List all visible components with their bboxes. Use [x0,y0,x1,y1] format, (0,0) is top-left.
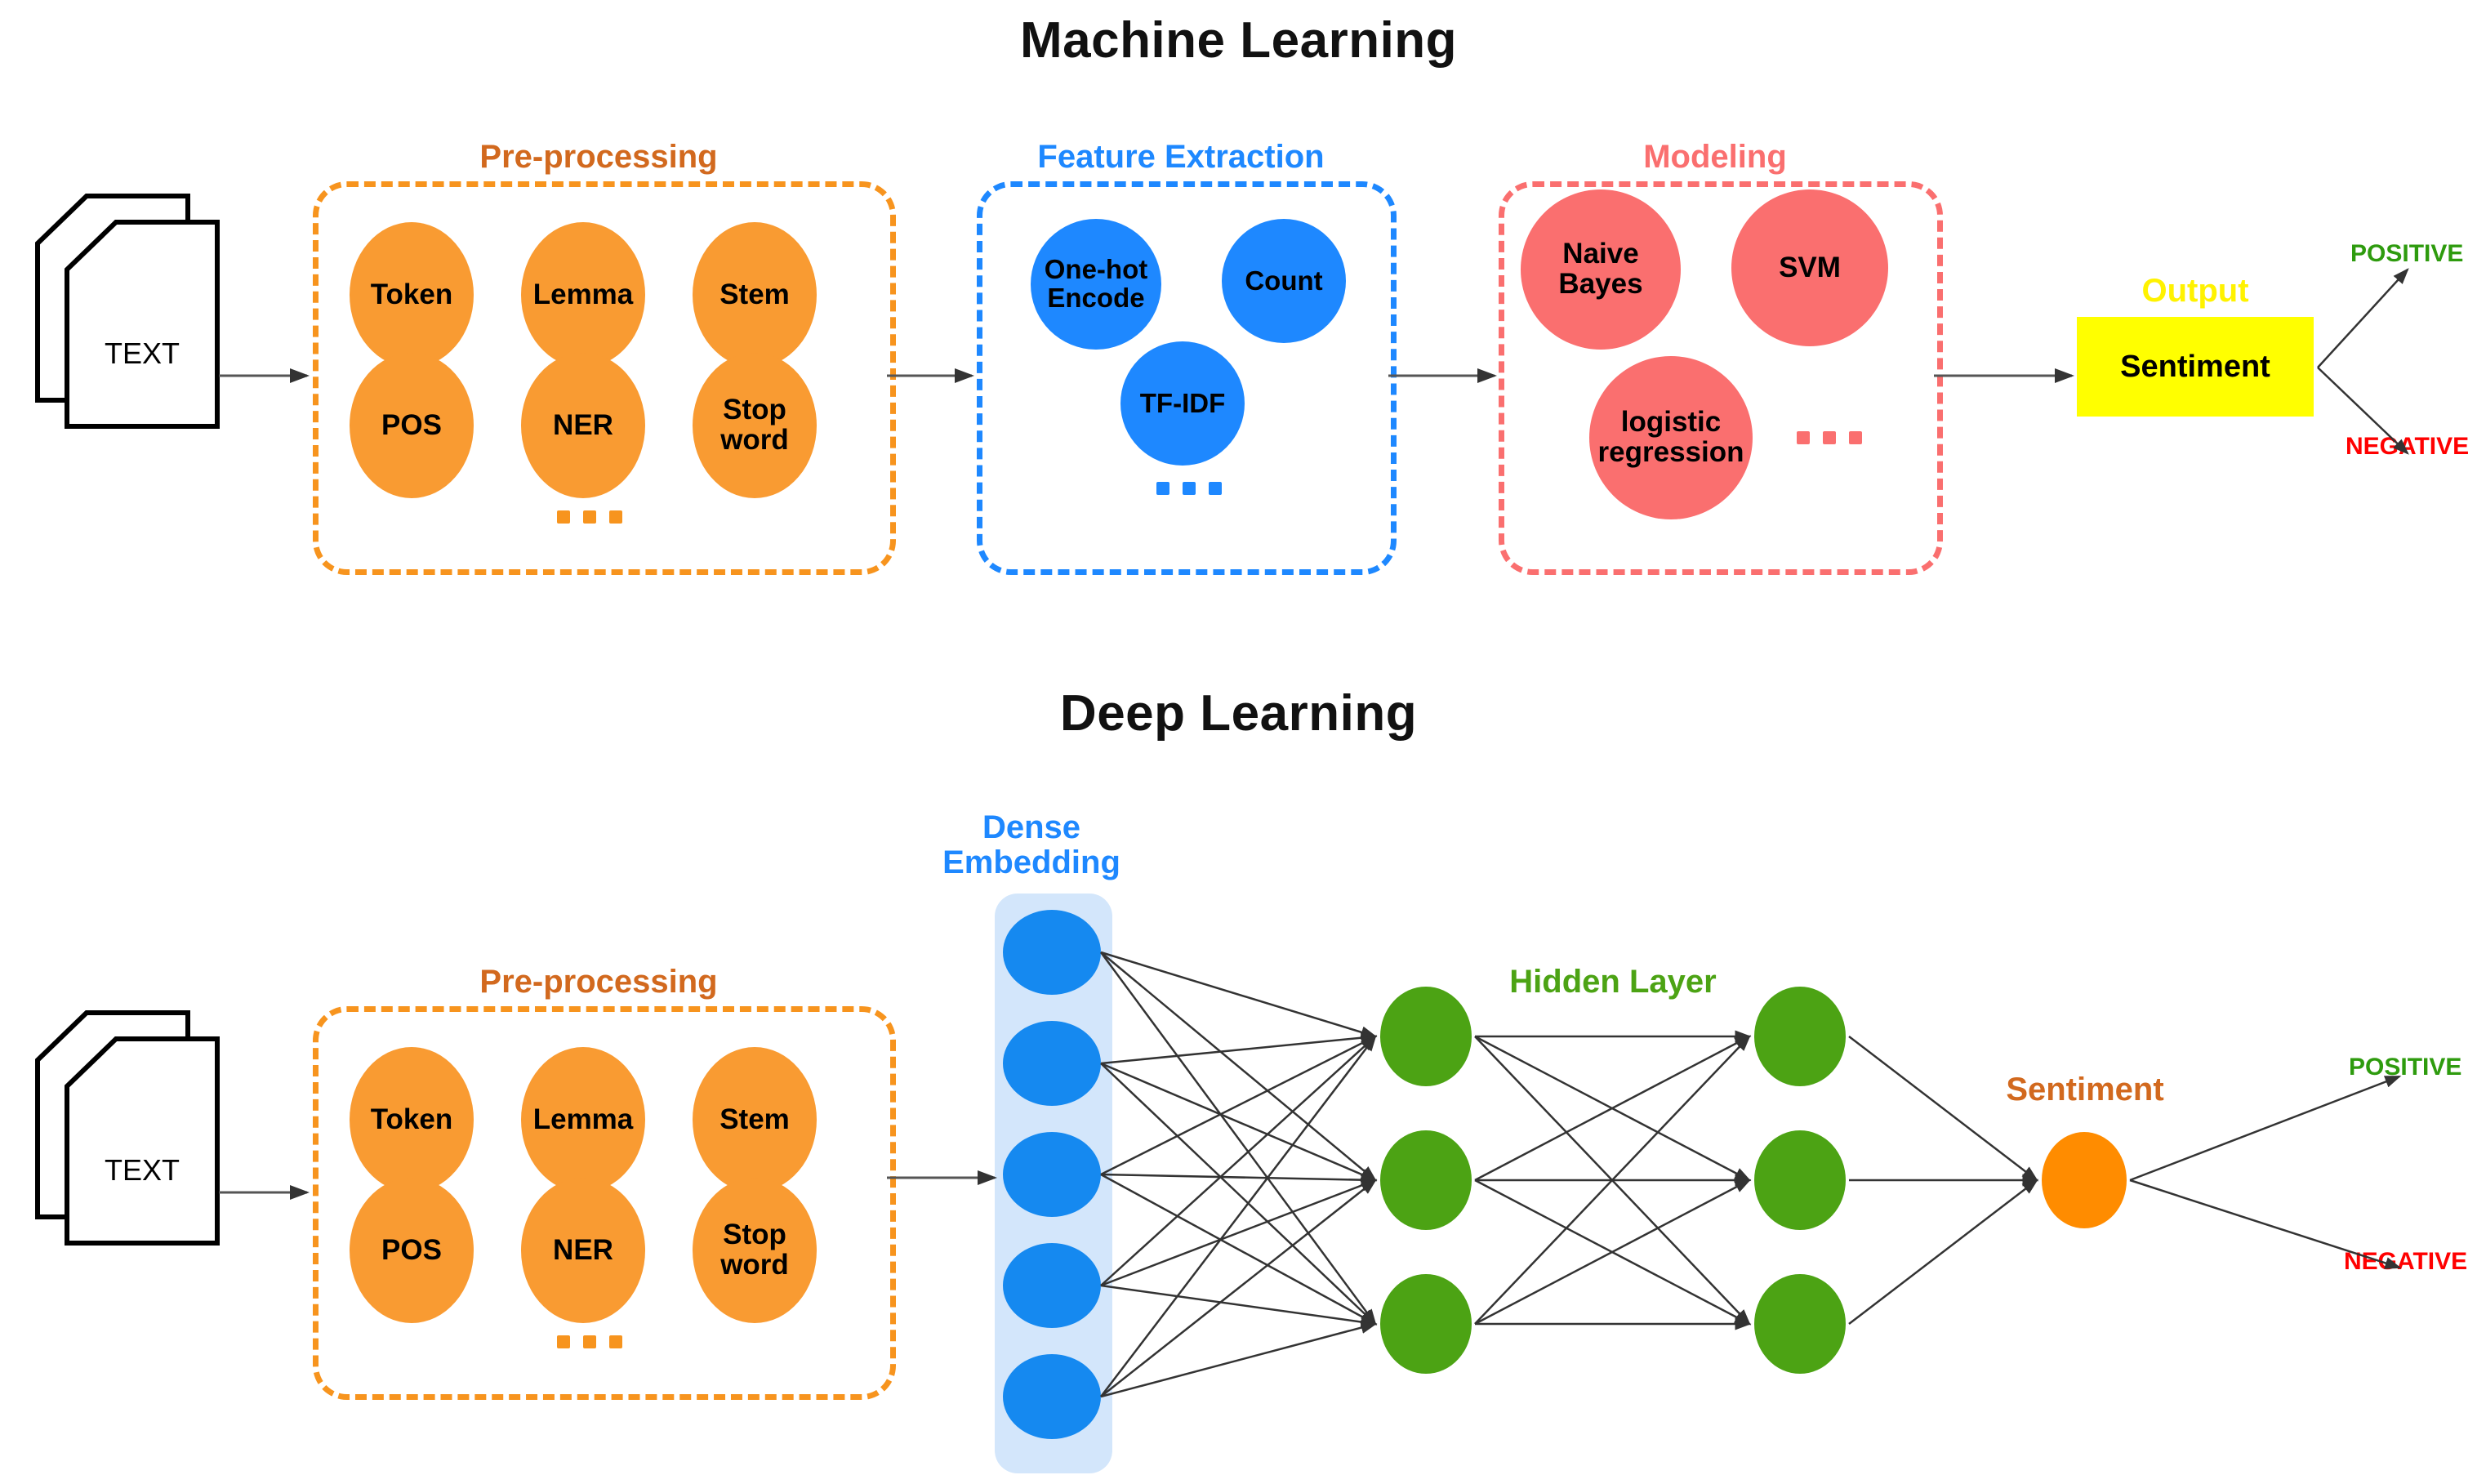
ml-output-box[interactable]: Sentiment [2077,317,2314,417]
dl-input-label: TEXT [104,1153,180,1187]
ml-node-logistic-regression[interactable]: logistic regression [1589,356,1753,519]
dl-sentiment-label: Sentiment [2006,1072,2164,1107]
section-title-deep-learning: Deep Learning [1059,685,1418,742]
dl-dense-node-3[interactable] [1003,1132,1101,1217]
dl-preprocessing-label: Pre-processing [479,964,718,1000]
dl-dense-node-1[interactable] [1003,910,1101,995]
dl-node-lemma[interactable]: Lemma [521,1047,645,1192]
dl-hidden1-node-1[interactable] [1380,987,1472,1086]
ml-node-tfidf[interactable]: TF-IDF [1120,341,1245,466]
ml-feature-extraction-label: Feature Extraction [1037,139,1325,175]
diagram-canvas: Machine Learning TEXT Pre-processing Tok… [0,0,2477,1484]
ml-node-svm[interactable]: SVM [1731,189,1888,346]
dl-hidden2-node-1[interactable] [1754,987,1846,1086]
ml-preprocessing-label: Pre-processing [479,139,718,175]
dl-output-positive: POSITIVE [2349,1054,2462,1081]
dl-node-ner[interactable]: NER [521,1178,645,1323]
dl-dense-node-2[interactable] [1003,1021,1101,1106]
dl-node-stem[interactable]: Stem [693,1047,817,1192]
ml-node-stopword[interactable]: Stop word [693,353,817,498]
ml-output-label: Output [2141,273,2249,309]
dl-hidden2-node-3[interactable] [1754,1274,1846,1374]
dl-sentiment-node[interactable] [2042,1132,2127,1228]
ml-node-naive-bayes[interactable]: Naive Bayes [1521,189,1681,350]
dl-hidden1-node-2[interactable] [1380,1130,1472,1230]
ml-output-positive: POSITIVE [2350,240,2464,267]
ml-node-stem[interactable]: Stem [693,222,817,368]
dl-dense-node-4[interactable] [1003,1243,1101,1328]
dl-dense-embedding-label: Dense Embedding [938,809,1125,881]
ml-modeling-label: Modeling [1643,139,1787,175]
ml-node-pos[interactable]: POS [350,353,474,498]
ml-node-token[interactable]: Token [350,222,474,368]
ml-node-onehot-encode[interactable]: One-hot Encode [1031,219,1161,350]
ml-node-count[interactable]: Count [1222,219,1346,343]
ml-node-lemma[interactable]: Lemma [521,222,645,368]
ml-node-ner[interactable]: NER [521,353,645,498]
dl-node-stopword[interactable]: Stop word [693,1178,817,1323]
ml-feature-extraction-ellipsis [1156,482,1222,495]
ml-output-negative: NEGATIVE [2346,433,2470,460]
dl-node-token[interactable]: Token [350,1047,474,1192]
dl-output-negative: NEGATIVE [2344,1248,2468,1275]
dl-hidden2-node-2[interactable] [1754,1130,1846,1230]
section-title-machine-learning: Machine Learning [1019,12,1458,69]
ml-preprocessing-ellipsis [557,510,622,524]
dl-dense-embedding-label-line1: Dense [982,809,1081,845]
dl-dense-node-5[interactable] [1003,1354,1101,1439]
ml-modeling-ellipsis [1797,431,1862,444]
ml-input-label: TEXT [104,336,180,370]
dl-node-pos[interactable]: POS [350,1178,474,1323]
dl-preprocessing-ellipsis [557,1335,622,1348]
dl-hidden-layer-label: Hidden Layer [1509,964,1717,1000]
dl-dense-embedding-label-line2: Embedding [942,844,1120,881]
dl-hidden1-node-3[interactable] [1380,1274,1472,1374]
